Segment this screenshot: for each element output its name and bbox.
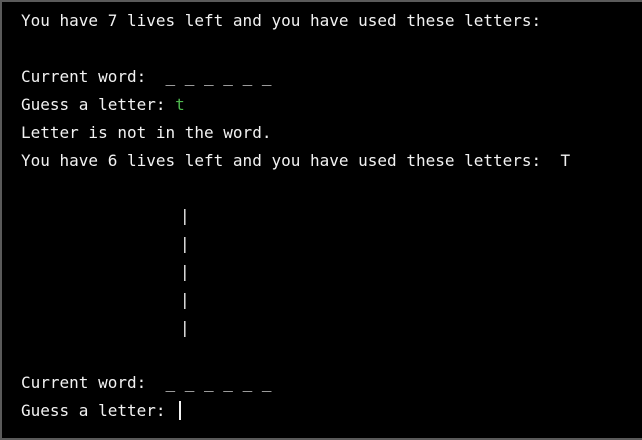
guess-prompt-line-1: Guess a letter: t: [21, 94, 185, 116]
current-word-label: Current word:: [21, 67, 166, 86]
gallows-segment: |: [180, 318, 190, 337]
gallows-segment: |: [180, 234, 190, 253]
guess-prompt-line-2[interactable]: Guess a letter:: [21, 400, 182, 422]
typed-guess: t: [175, 95, 185, 114]
gallows-segment: |: [180, 206, 190, 225]
guess-prompt-label: Guess a letter:: [21, 95, 176, 114]
lives-status-line-1: You have 7 lives left and you have used …: [21, 11, 542, 30]
gallows-segment: |: [180, 290, 190, 309]
result-message: Letter is not in the word.: [21, 123, 272, 142]
guess-prompt-label: Guess a letter:: [21, 401, 176, 420]
current-word-blanks: _ _ _ _ _ _: [165, 67, 272, 86]
current-word-label: Current word:: [21, 373, 166, 392]
text-cursor[interactable]: [179, 401, 182, 420]
current-word-blanks: _ _ _ _ _ _: [165, 373, 272, 392]
lives-status-line-2: You have 6 lives left and you have used …: [21, 151, 571, 170]
current-word-line-2: Current word: _ _ _ _ _ _: [21, 372, 271, 394]
current-word-line-1: Current word: _ _ _ _ _ _: [21, 66, 271, 88]
gallows-segment: |: [180, 262, 190, 281]
terminal-window[interactable]: You have 7 lives left and you have used …: [0, 0, 642, 440]
